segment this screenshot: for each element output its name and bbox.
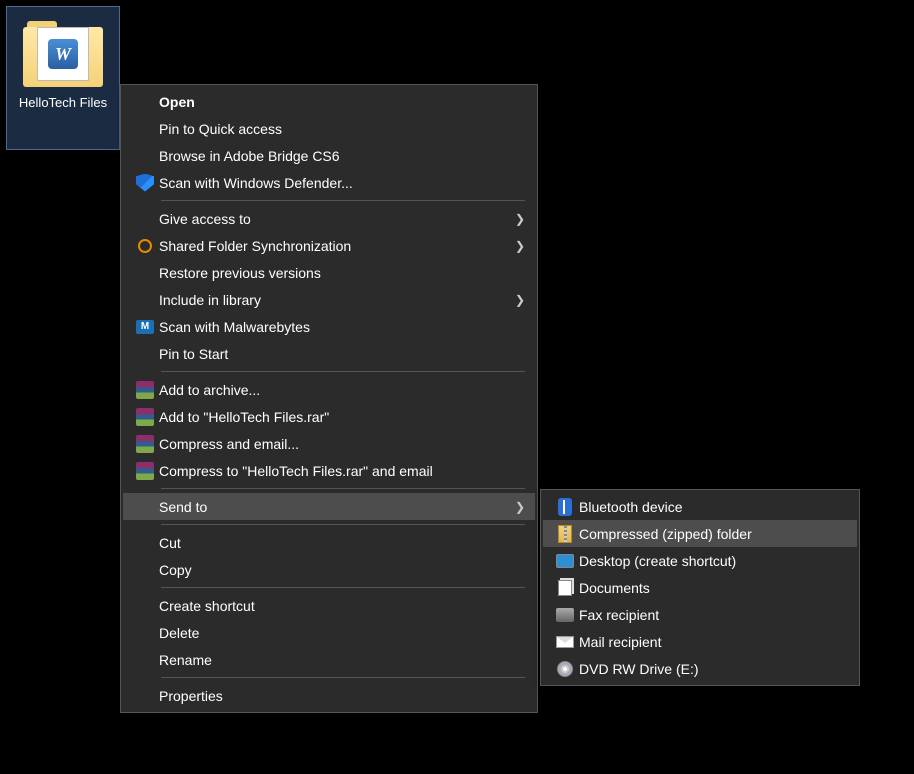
menu-delete[interactable]: Delete (123, 619, 535, 646)
menu-label: Give access to (159, 211, 507, 227)
menu-label: Shared Folder Synchronization (159, 238, 507, 254)
chevron-right-icon: ❯ (515, 500, 525, 514)
menu-label: Documents (579, 580, 829, 596)
menu-label: Bluetooth device (579, 499, 829, 515)
menu-cut[interactable]: Cut (123, 529, 535, 556)
menu-label: Pin to Start (159, 346, 507, 362)
menu-label: DVD RW Drive (E:) (579, 661, 829, 677)
menu-open[interactable]: Open (123, 88, 535, 115)
menu-shared-folder-sync[interactable]: Shared Folder Synchronization ❯ (123, 232, 535, 259)
menu-separator (161, 488, 525, 489)
menu-label: Compress and email... (159, 436, 507, 452)
winrar-icon (131, 407, 159, 427)
menu-pin-start[interactable]: Pin to Start (123, 340, 535, 367)
mail-icon (551, 632, 579, 652)
menu-label: Desktop (create shortcut) (579, 553, 829, 569)
menu-compress-rar-email[interactable]: Compress to "HelloTech Files.rar" and em… (123, 457, 535, 484)
menu-give-access[interactable]: Give access to ❯ (123, 205, 535, 232)
menu-label: Restore previous versions (159, 265, 507, 281)
menu-copy[interactable]: Copy (123, 556, 535, 583)
zip-folder-icon (551, 524, 579, 544)
sendto-documents[interactable]: Documents (543, 574, 857, 601)
winrar-icon (131, 434, 159, 454)
dvd-drive-icon (551, 659, 579, 679)
menu-label: Cut (159, 535, 507, 551)
menu-label: Send to (159, 499, 507, 515)
menu-separator (161, 371, 525, 372)
menu-scan-defender[interactable]: Scan with Windows Defender... (123, 169, 535, 196)
menu-label: Delete (159, 625, 507, 641)
sync-icon (131, 236, 159, 256)
menu-pin-quick-access[interactable]: Pin to Quick access (123, 115, 535, 142)
menu-label: Create shortcut (159, 598, 507, 614)
menu-label: Scan with Windows Defender... (159, 175, 507, 191)
menu-label: Compressed (zipped) folder (579, 526, 829, 542)
chevron-right-icon: ❯ (515, 239, 525, 253)
menu-send-to[interactable]: Send to ❯ (123, 493, 535, 520)
menu-label: Rename (159, 652, 507, 668)
menu-label: Mail recipient (579, 634, 829, 650)
menu-create-shortcut[interactable]: Create shortcut (123, 592, 535, 619)
bluetooth-icon (551, 497, 579, 517)
word-doc-icon: W (48, 39, 78, 69)
defender-shield-icon (131, 173, 159, 193)
context-menu: Open Pin to Quick access Browse in Adobe… (120, 84, 538, 713)
desktop-icon (551, 551, 579, 571)
menu-label: Copy (159, 562, 507, 578)
menu-label: Open (159, 94, 507, 110)
sendto-mail[interactable]: Mail recipient (543, 628, 857, 655)
menu-add-rar[interactable]: Add to "HelloTech Files.rar" (123, 403, 535, 430)
menu-restore-versions[interactable]: Restore previous versions (123, 259, 535, 286)
menu-separator (161, 587, 525, 588)
menu-rename[interactable]: Rename (123, 646, 535, 673)
send-to-submenu: Bluetooth device Compressed (zipped) fol… (540, 489, 860, 686)
menu-browse-bridge[interactable]: Browse in Adobe Bridge CS6 (123, 142, 535, 169)
menu-add-archive[interactable]: Add to archive... (123, 376, 535, 403)
menu-label: Add to "HelloTech Files.rar" (159, 409, 507, 425)
winrar-icon (131, 380, 159, 400)
menu-label: Add to archive... (159, 382, 507, 398)
sendto-desktop-shortcut[interactable]: Desktop (create shortcut) (543, 547, 857, 574)
menu-separator (161, 677, 525, 678)
menu-properties[interactable]: Properties (123, 682, 535, 709)
chevron-right-icon: ❯ (515, 293, 525, 307)
sendto-fax[interactable]: Fax recipient (543, 601, 857, 628)
menu-separator (161, 200, 525, 201)
desktop-item-label: HelloTech Files (19, 95, 107, 110)
sendto-zipped-folder[interactable]: Compressed (zipped) folder (543, 520, 857, 547)
menu-label: Compress to "HelloTech Files.rar" and em… (159, 463, 507, 479)
menu-label: Browse in Adobe Bridge CS6 (159, 148, 507, 164)
menu-compress-email[interactable]: Compress and email... (123, 430, 535, 457)
menu-scan-malwarebytes[interactable]: Scan with Malwarebytes (123, 313, 535, 340)
menu-include-library[interactable]: Include in library ❯ (123, 286, 535, 313)
menu-separator (161, 524, 525, 525)
winrar-icon (131, 461, 159, 481)
sendto-bluetooth[interactable]: Bluetooth device (543, 493, 857, 520)
chevron-right-icon: ❯ (515, 212, 525, 226)
menu-label: Scan with Malwarebytes (159, 319, 507, 335)
menu-label: Pin to Quick access (159, 121, 507, 137)
menu-label: Include in library (159, 292, 507, 308)
documents-icon (551, 578, 579, 598)
fax-icon (551, 605, 579, 625)
sendto-dvd-drive[interactable]: DVD RW Drive (E:) (543, 655, 857, 682)
desktop-folder-item[interactable]: W HelloTech Files (6, 6, 120, 150)
menu-label: Properties (159, 688, 507, 704)
malwarebytes-icon (131, 317, 159, 337)
menu-label: Fax recipient (579, 607, 829, 623)
folder-icon: W (23, 17, 103, 87)
